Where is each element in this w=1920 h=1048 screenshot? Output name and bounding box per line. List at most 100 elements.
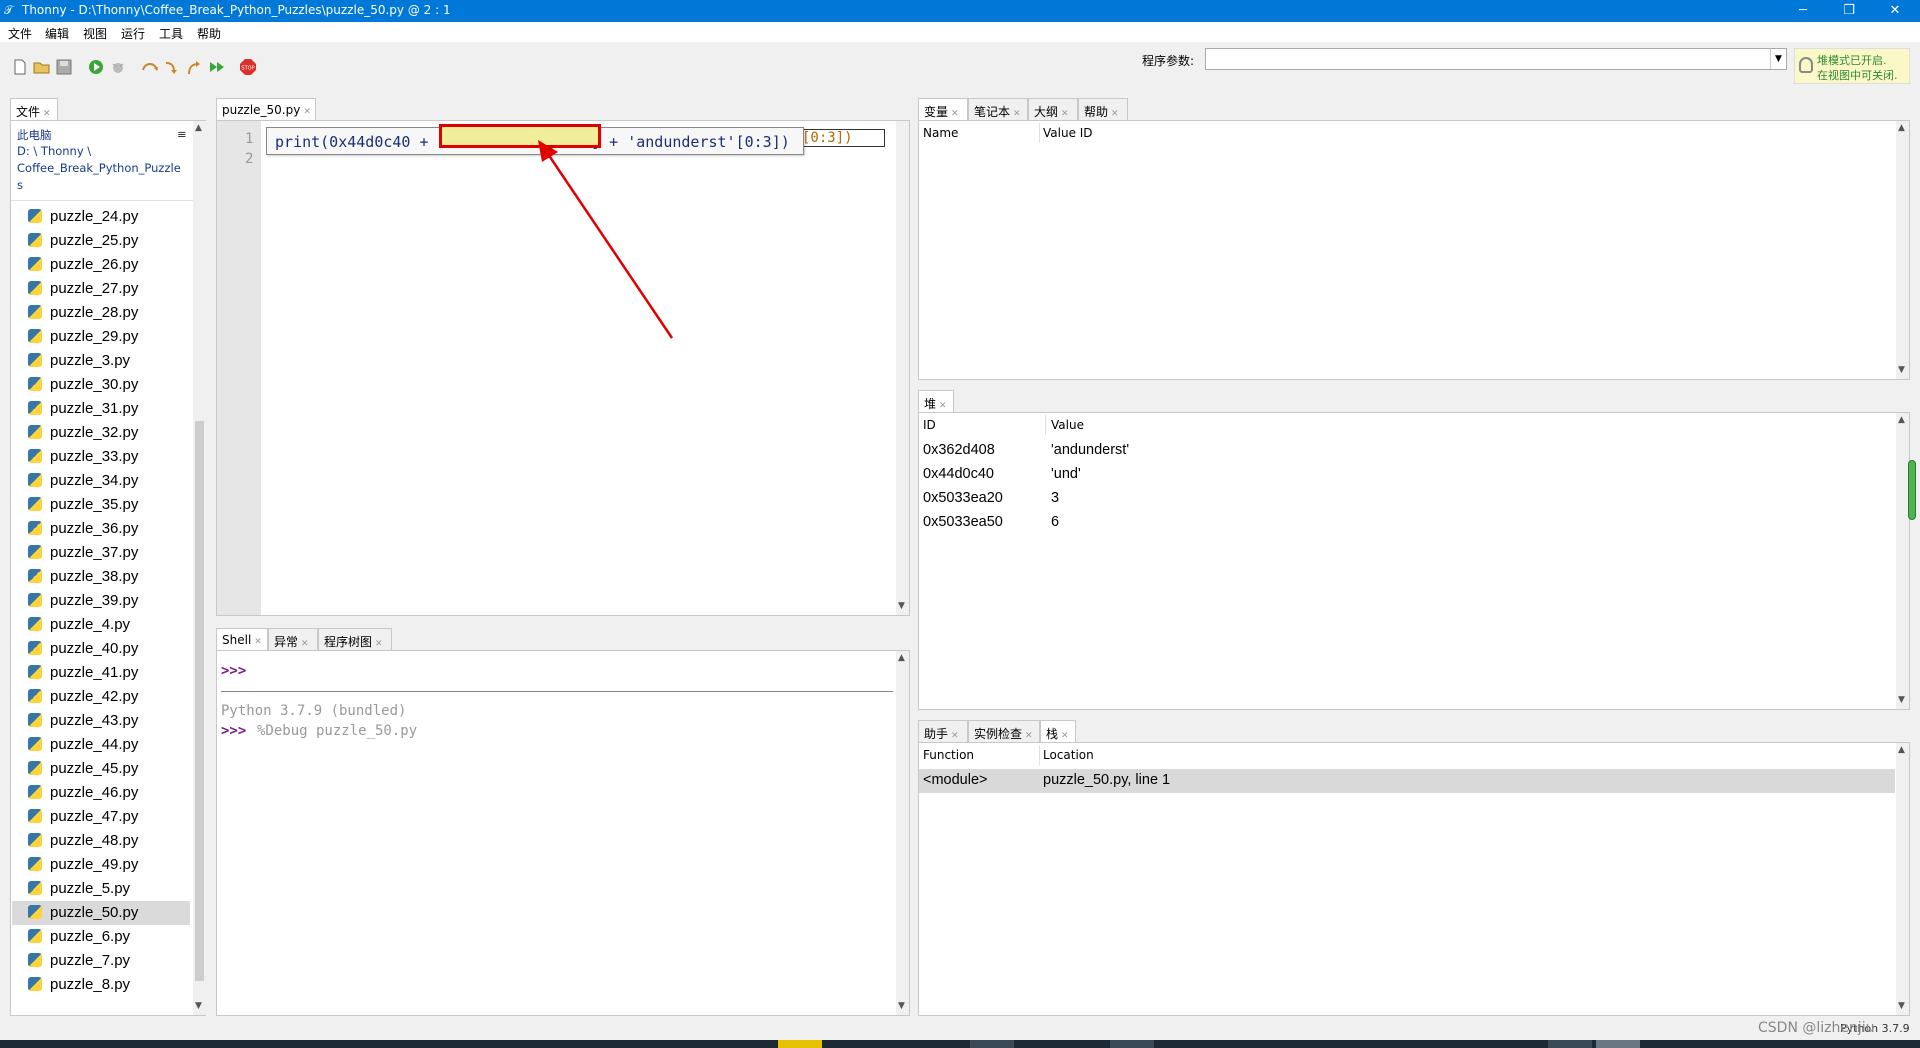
save-icon[interactable] [55, 58, 73, 76]
close-icon[interactable]: ✕ [301, 639, 309, 649]
column-name[interactable]: Name [923, 126, 958, 140]
step-into-icon[interactable] [163, 58, 181, 76]
scroll-up-icon[interactable]: ▲ [195, 123, 202, 133]
file-item[interactable]: puzzle_36.py [12, 517, 190, 541]
outer-scroll-thumb[interactable] [1908, 460, 1916, 520]
tab-variables[interactable]: 变量 ✕ [918, 98, 968, 120]
column-location[interactable]: Location [1043, 748, 1094, 762]
menu-tools[interactable]: 工具 [159, 25, 183, 42]
file-item[interactable]: puzzle_28.py [12, 301, 190, 325]
close-icon[interactable]: ✕ [303, 107, 311, 117]
file-item[interactable]: puzzle_41.py [12, 661, 190, 685]
step-over-icon[interactable] [141, 58, 159, 76]
resume-icon[interactable] [207, 58, 225, 76]
file-item[interactable]: puzzle_26.py [12, 253, 190, 277]
tab-help[interactable]: 帮助 ✕ [1078, 98, 1128, 120]
menu-edit[interactable]: 编辑 [45, 25, 69, 42]
scroll-down-icon[interactable]: ▼ [898, 1001, 905, 1011]
close-icon[interactable]: ✕ [1061, 731, 1069, 741]
file-item[interactable]: puzzle_24.py [12, 205, 190, 229]
stop-icon[interactable]: STOP [239, 58, 257, 76]
files-scroll-thumb[interactable] [195, 421, 204, 981]
open-folder-icon[interactable] [33, 58, 51, 76]
variables-scrollbar[interactable]: ▲ ▼ [1896, 121, 1909, 379]
chevron-down-icon[interactable]: ▼ [1770, 49, 1786, 69]
new-file-icon[interactable] [11, 58, 29, 76]
tab-notes[interactable]: 笔记本 ✕ [968, 98, 1028, 120]
file-item[interactable]: puzzle_7.py [12, 949, 190, 973]
close-icon[interactable]: ✕ [375, 639, 383, 649]
menu-help[interactable]: 帮助 [197, 25, 221, 42]
file-item[interactable]: puzzle_29.py [12, 325, 190, 349]
taskbar-item[interactable] [1596, 1040, 1640, 1048]
location-label[interactable]: 此电脑 [17, 127, 52, 143]
scroll-up-icon[interactable]: ▲ [1898, 123, 1905, 133]
file-item[interactable]: puzzle_45.py [12, 757, 190, 781]
file-item[interactable]: puzzle_3.py [12, 349, 190, 373]
run-icon[interactable] [87, 58, 105, 76]
tab-assistant[interactable]: 助手 ✕ [918, 720, 968, 742]
file-item[interactable]: puzzle_44.py [12, 733, 190, 757]
stack-scrollbar[interactable]: ▲ ▼ [1896, 743, 1909, 1015]
menu-run[interactable]: 运行 [121, 25, 145, 42]
heap-row[interactable]: 0x5033ea50 6 [919, 511, 1895, 535]
path-line-1[interactable]: D: \ Thonny \ [17, 144, 91, 158]
scroll-up-icon[interactable]: ▲ [898, 653, 905, 663]
file-item[interactable]: puzzle_38.py [12, 565, 190, 589]
menu-view[interactable]: 视图 [83, 25, 107, 42]
close-button[interactable]: ✕ [1872, 0, 1918, 22]
column-value[interactable]: Value [1051, 418, 1084, 432]
file-item[interactable]: puzzle_30.py [12, 373, 190, 397]
close-icon[interactable]: ✕ [1061, 109, 1069, 119]
close-icon[interactable]: ✕ [939, 401, 947, 411]
tab-program-tree[interactable]: 程序树图 ✕ [318, 628, 392, 650]
step-out-icon[interactable] [185, 58, 203, 76]
column-id[interactable]: ID [923, 418, 936, 432]
taskbar-item[interactable] [1110, 1040, 1154, 1048]
scroll-down-icon[interactable]: ▼ [898, 601, 905, 611]
heap-scrollbar[interactable]: ▲ ▼ [1896, 413, 1909, 709]
column-function[interactable]: Function [923, 748, 974, 762]
scroll-up-icon[interactable]: ▲ [1898, 745, 1905, 755]
close-icon[interactable]: ✕ [254, 637, 262, 647]
taskbar-item[interactable] [778, 1040, 822, 1048]
file-item[interactable]: puzzle_8.py [12, 973, 190, 997]
menu-icon[interactable]: ≡ [177, 127, 187, 141]
scroll-down-icon[interactable]: ▼ [1898, 695, 1905, 705]
scroll-up-icon[interactable]: ▲ [1898, 415, 1905, 425]
menu-file[interactable]: 文件 [8, 25, 32, 42]
scroll-down-icon[interactable]: ▼ [1898, 1001, 1905, 1011]
minimize-button[interactable]: ─ [1780, 0, 1826, 22]
file-item[interactable]: puzzle_43.py [12, 709, 190, 733]
editor-scrollbar[interactable]: ▼ [896, 121, 909, 615]
tab-shell[interactable]: Shell ✕ [216, 628, 268, 650]
file-item[interactable]: puzzle_5.py [12, 877, 190, 901]
file-item[interactable]: puzzle_32.py [12, 421, 190, 445]
maximize-button[interactable]: ❐ [1826, 0, 1872, 22]
shell-panel[interactable]: >>> Python 3.7.9 (bundled) >>> %Debug pu… [216, 650, 910, 1016]
file-item[interactable]: puzzle_37.py [12, 541, 190, 565]
path-line-2[interactable]: Coffee_Break_Python_Puzzle [17, 161, 181, 175]
shell-scrollbar[interactable]: ▲ ▼ [896, 651, 909, 1015]
tab-outline[interactable]: 大纲 ✕ [1028, 98, 1078, 120]
heap-row[interactable]: 0x44d0c40 'und' [919, 463, 1895, 487]
debug-icon[interactable] [109, 58, 127, 76]
tab-puzzle-50[interactable]: puzzle_50.py ✕ [216, 98, 316, 120]
close-icon[interactable]: ✕ [1025, 731, 1033, 741]
file-item[interactable]: puzzle_47.py [12, 805, 190, 829]
tab-heap[interactable]: 堆 ✕ [918, 390, 954, 412]
scroll-down-icon[interactable]: ▼ [1898, 365, 1905, 375]
close-icon[interactable]: ✕ [951, 109, 959, 119]
taskbar-item[interactable] [1548, 1040, 1592, 1048]
heap-row[interactable]: 0x5033ea20 3 [919, 487, 1895, 511]
file-item[interactable]: puzzle_50.py [12, 901, 190, 925]
file-item[interactable]: puzzle_25.py [12, 229, 190, 253]
tab-object-inspector[interactable]: 实例检查 ✕ [968, 720, 1040, 742]
column-value-id[interactable]: Value ID [1043, 126, 1093, 140]
stack-row[interactable]: <module> puzzle_50.py, line 1 [919, 769, 1895, 793]
file-item[interactable]: puzzle_39.py [12, 589, 190, 613]
tab-stack[interactable]: 栈 ✕ [1040, 720, 1076, 742]
close-icon[interactable]: ✕ [1111, 109, 1119, 119]
file-item[interactable]: puzzle_46.py [12, 781, 190, 805]
close-icon[interactable]: ✕ [43, 109, 51, 119]
